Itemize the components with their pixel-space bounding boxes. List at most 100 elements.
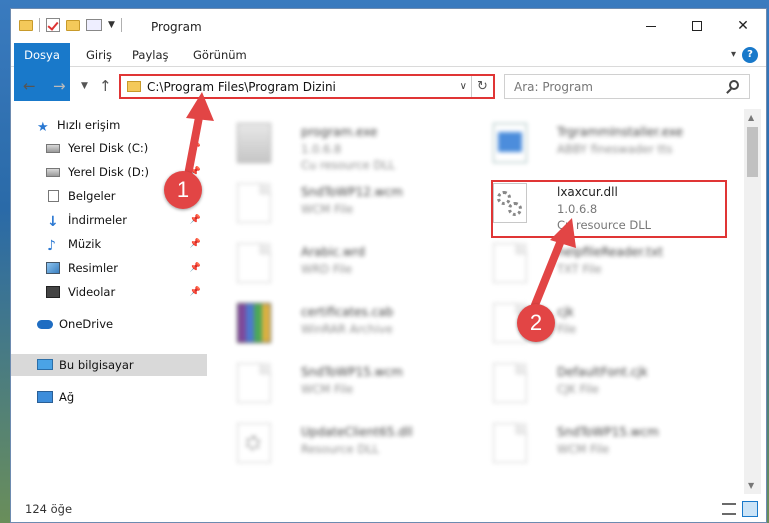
sidebar-item-this-pc[interactable]: Bu bilgisayar	[11, 354, 207, 376]
sidebar-item-label: Müzik	[68, 237, 102, 251]
folder-icon	[19, 19, 33, 31]
highlight-box	[491, 180, 727, 238]
minimize-icon	[646, 25, 656, 27]
cloud-icon	[37, 320, 53, 329]
file-detail: TXT File	[557, 262, 602, 276]
sidebar-item-label: İndirmeler	[68, 213, 127, 227]
file-name: SndToWP15.wcm	[557, 425, 659, 439]
chevron-down-icon[interactable]: ∨	[460, 81, 467, 92]
star-icon: ★	[37, 120, 49, 135]
up-arrow-icon[interactable]: ↑	[99, 77, 112, 95]
sidebar-item-onedrive[interactable]: OneDrive	[11, 313, 207, 335]
tab-share[interactable]: Paylaş	[121, 43, 180, 67]
file-detail: WCM File	[557, 442, 610, 456]
sidebar-item-quick-access[interactable]: ★ Hızlı erişim	[11, 114, 207, 136]
new-folder-icon[interactable]	[66, 19, 80, 31]
file-detail: WCM File	[301, 382, 354, 396]
quick-access-toolbar: ▼	[19, 18, 122, 32]
disk-icon	[46, 168, 60, 177]
file-detail: ABBY fineswader tts	[557, 142, 673, 156]
details-view-icon[interactable]	[722, 503, 736, 515]
file-detail: Cu resource DLL	[301, 158, 396, 172]
pin-icon[interactable]: 📌	[190, 233, 201, 255]
search-box[interactable]: Ara: Program	[504, 74, 750, 99]
file-detail: File	[557, 322, 577, 336]
address-bar[interactable]: C:\Program Files\Program Dizini ∨ ↻	[119, 74, 495, 99]
minimize-button[interactable]	[628, 9, 674, 43]
file-icon	[237, 363, 271, 403]
status-bar: 124 öğe	[11, 494, 766, 522]
network-icon	[37, 391, 53, 403]
sidebar-item-disk-c[interactable]: Yerel Disk (C:) 📌	[11, 137, 207, 159]
file-item[interactable]: helpfileReader.txt TXT File	[473, 239, 713, 297]
tab-home[interactable]: Giriş	[75, 43, 123, 67]
file-detail: WinRAR Archive	[301, 322, 393, 336]
scroll-down-icon[interactable]: ▼	[748, 481, 754, 490]
chevron-down-icon[interactable]: ▼	[108, 20, 115, 30]
gear-icon	[246, 436, 260, 450]
pin-icon[interactable]: 📌	[190, 257, 201, 279]
file-item[interactable]: TrgrammInstaller.exe ABBY fineswader tts	[473, 119, 713, 177]
file-item[interactable]: Arabic.wrd WRD File	[217, 239, 457, 297]
expand-ribbon-icon[interactable]: ▾	[731, 49, 736, 60]
pin-icon[interactable]: 📌	[190, 137, 201, 159]
forward-arrow-icon[interactable]: →	[53, 77, 66, 95]
customize-icon[interactable]	[86, 19, 102, 31]
file-item[interactable]: SndToWP15.wcm WCM File	[473, 419, 713, 477]
file-name: helpfileReader.txt	[557, 245, 663, 259]
file-item[interactable]: UpdateClient65.dll Resource DLL	[217, 419, 457, 477]
archive-icon	[237, 303, 271, 343]
vertical-scrollbar[interactable]: ▲ ▼	[744, 109, 761, 494]
properties-check-icon[interactable]	[46, 18, 60, 32]
pin-icon[interactable]: 📌	[190, 281, 201, 303]
file-item[interactable]: certificates.cab WinRAR Archive	[217, 299, 457, 357]
music-icon: ♪	[47, 238, 56, 254]
file-item[interactable]: SndToWP12.wcm WCM File	[217, 179, 457, 237]
navigation-bar: ← → ▼ ↑ C:\Program Files\Program Dizini …	[11, 69, 766, 103]
sidebar-item-label: Resimler	[68, 261, 118, 275]
sidebar-item-label: Yerel Disk (D:)	[68, 165, 150, 179]
file-name: SndToWP15.wcm	[301, 365, 403, 379]
sidebar-item-downloads[interactable]: ↓ İndirmeler 📌	[11, 209, 207, 231]
explorer-window: ▼ Program ✕ Dosya Giriş Paylaş Görünüm ▾…	[10, 8, 767, 523]
sidebar-item-label: Videolar	[68, 285, 116, 299]
file-item[interactable]: DefaultFont.cjk CJK File	[473, 359, 713, 417]
file-detail: 1.0.6.8	[301, 142, 342, 156]
scroll-thumb[interactable]	[747, 127, 758, 177]
file-item[interactable]: program.exe 1.0.6.8 Cu resource DLL	[217, 119, 457, 177]
recent-locations-icon[interactable]: ▼	[81, 81, 88, 91]
sidebar-item-pictures[interactable]: Resimler 📌	[11, 257, 207, 279]
back-arrow-icon[interactable]: ←	[23, 77, 36, 95]
item-count: 124 öğe	[25, 502, 73, 516]
help-icon[interactable]: ?	[742, 47, 758, 63]
close-button[interactable]: ✕	[720, 9, 766, 43]
maximize-button[interactable]	[674, 9, 720, 43]
exe-icon	[237, 123, 271, 163]
videos-icon	[46, 286, 60, 298]
file-name: TrgrammInstaller.exe	[557, 125, 684, 139]
large-icons-view-icon[interactable]	[742, 501, 758, 517]
file-icon	[237, 243, 271, 283]
refresh-icon[interactable]: ↻	[471, 76, 493, 97]
pin-icon[interactable]: 📌	[190, 209, 201, 231]
file-item[interactable]: SndToWP15.wcm WCM File	[217, 359, 457, 417]
pictures-icon	[46, 262, 60, 274]
maximize-icon	[692, 21, 702, 31]
close-icon: ✕	[737, 18, 749, 34]
file-name: DefaultFont.cjk	[557, 365, 648, 379]
scroll-up-icon[interactable]: ▲	[748, 113, 754, 122]
search-input[interactable]: Ara: Program	[514, 80, 593, 94]
address-path[interactable]: C:\Program Files\Program Dizini	[147, 80, 336, 94]
installer-icon	[493, 123, 527, 163]
step-1-badge: 1	[164, 171, 202, 209]
tab-view[interactable]: Görünüm	[182, 43, 258, 67]
sidebar-item-label: Belgeler	[68, 189, 116, 203]
sidebar-item-network[interactable]: Ağ	[11, 386, 207, 408]
sidebar-item-music[interactable]: ♪ Müzik 📌	[11, 233, 207, 255]
file-item[interactable]: cjk File	[473, 299, 713, 357]
file-detail: WCM File	[301, 202, 354, 216]
sidebar-item-videos[interactable]: Videolar 📌	[11, 281, 207, 303]
file-detail: WRD File	[301, 262, 353, 276]
file-name: UpdateClient65.dll	[301, 425, 413, 439]
file-icon	[237, 183, 271, 223]
